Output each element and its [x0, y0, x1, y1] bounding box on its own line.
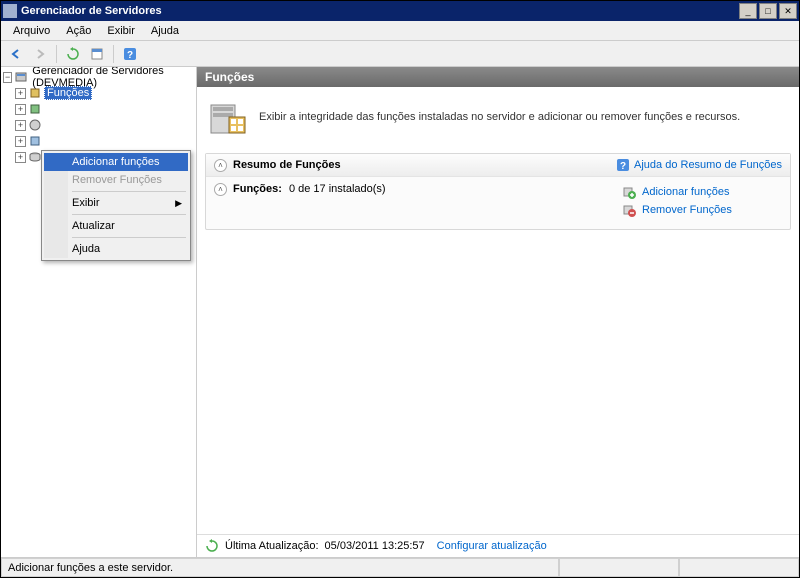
- expand-icon[interactable]: +: [15, 120, 26, 131]
- add-roles-label: Adicionar funções: [642, 186, 729, 198]
- toolbar: ?: [1, 41, 799, 67]
- cm-add-roles[interactable]: Adicionar funções: [44, 153, 188, 171]
- remove-roles-link[interactable]: Remover Funções: [622, 201, 782, 219]
- config-icon: [28, 134, 42, 148]
- diagnostics-icon: [28, 118, 42, 132]
- cm-exibir-label: Exibir: [72, 197, 100, 209]
- add-roles-link[interactable]: Adicionar funções: [622, 183, 782, 201]
- forward-button[interactable]: [29, 43, 51, 65]
- menu-ajuda[interactable]: Ajuda: [143, 23, 187, 39]
- menubar: Arquivo Ação Exibir Ajuda: [1, 21, 799, 41]
- tree-panel: − Gerenciador de Servidores (DEVMEDIA) +…: [1, 67, 197, 557]
- svg-text:?: ?: [620, 161, 626, 172]
- titlebar: Gerenciador de Servidores _ □ ✕: [1, 1, 799, 21]
- properties-button[interactable]: [86, 43, 108, 65]
- cm-atualizar-label: Atualizar: [72, 220, 115, 232]
- content-footer: Última Atualização: 05/03/2011 13:25:57 …: [197, 534, 799, 557]
- expand-icon[interactable]: +: [15, 88, 26, 99]
- feature-icon: [28, 102, 42, 116]
- chevron-right-icon: ▶: [175, 198, 182, 209]
- close-button[interactable]: ✕: [779, 3, 797, 19]
- menu-acao[interactable]: Ação: [58, 23, 99, 39]
- server-roles-icon: [205, 95, 249, 139]
- expand-icon[interactable]: +: [15, 152, 26, 163]
- last-update-value: 05/03/2011 13:25:57: [325, 540, 425, 552]
- refresh-button[interactable]: [62, 43, 84, 65]
- help-icon: ?: [616, 158, 630, 172]
- collapse-button[interactable]: ˄: [214, 159, 227, 172]
- expand-icon[interactable]: −: [3, 72, 12, 83]
- context-menu: Adicionar funções Remover Funções Exibir…: [41, 150, 191, 261]
- cm-remove-roles: Remover Funções: [44, 171, 188, 189]
- expand-icon[interactable]: +: [15, 136, 26, 147]
- last-update-label: Última Atualização:: [225, 540, 319, 552]
- summary-title: Resumo de Funções: [233, 159, 341, 171]
- cm-add-label: Adicionar funções: [72, 156, 159, 168]
- remove-roles-label: Remover Funções: [642, 204, 732, 216]
- help-button[interactable]: ?: [119, 43, 141, 65]
- minimize-button[interactable]: _: [739, 3, 757, 19]
- collapse-button[interactable]: ˄: [214, 183, 227, 196]
- maximize-button[interactable]: □: [759, 3, 777, 19]
- tree-item[interactable]: +: [1, 133, 196, 149]
- add-icon: [622, 185, 636, 199]
- content-header: Funções: [197, 67, 799, 87]
- tree-item[interactable]: +: [1, 117, 196, 133]
- storage-icon: [28, 150, 42, 164]
- menu-arquivo[interactable]: Arquivo: [5, 23, 58, 39]
- content-panel: Funções Exibir a integridade das fun: [197, 67, 799, 557]
- cm-atualizar[interactable]: Atualizar: [44, 217, 188, 235]
- configure-refresh-link[interactable]: Configurar atualização: [437, 540, 547, 552]
- tree-item[interactable]: +: [1, 101, 196, 117]
- roles-count-label: Funções:: [233, 183, 282, 195]
- summary-help-label: Ajuda do Resumo de Funções: [634, 159, 782, 171]
- cm-ajuda[interactable]: Ajuda: [44, 240, 188, 258]
- menu-exibir[interactable]: Exibir: [99, 23, 143, 39]
- cm-ajuda-label: Ajuda: [72, 243, 100, 255]
- intro-text: Exibir a integridade das funções instala…: [259, 111, 740, 123]
- cm-exibir[interactable]: Exibir ▶: [44, 194, 188, 212]
- summary-help-link[interactable]: ? Ajuda do Resumo de Funções: [616, 158, 782, 172]
- status-spacer: [679, 558, 799, 577]
- roles-icon: [28, 86, 42, 100]
- window-title: Gerenciador de Servidores: [21, 5, 737, 17]
- status-spacer: [559, 558, 679, 577]
- statusbar: Adicionar funções a este servidor.: [1, 557, 799, 577]
- cm-remove-label: Remover Funções: [72, 174, 162, 186]
- tree-funcoes-label: Funções: [44, 86, 92, 100]
- server-icon: [14, 70, 28, 84]
- roles-summary-section: ˄ Resumo de Funções ? Ajuda do Resumo de…: [205, 153, 791, 230]
- expand-icon[interactable]: +: [15, 104, 26, 115]
- remove-icon: [622, 203, 636, 217]
- svg-text:?: ?: [127, 50, 133, 61]
- status-text: Adicionar funções a este servidor.: [1, 558, 559, 577]
- refresh-icon: [205, 539, 219, 553]
- tree-root[interactable]: − Gerenciador de Servidores (DEVMEDIA): [1, 69, 196, 85]
- app-icon: [3, 4, 17, 18]
- back-button[interactable]: [5, 43, 27, 65]
- roles-count-value: 0 de 17 instalado(s): [289, 183, 386, 195]
